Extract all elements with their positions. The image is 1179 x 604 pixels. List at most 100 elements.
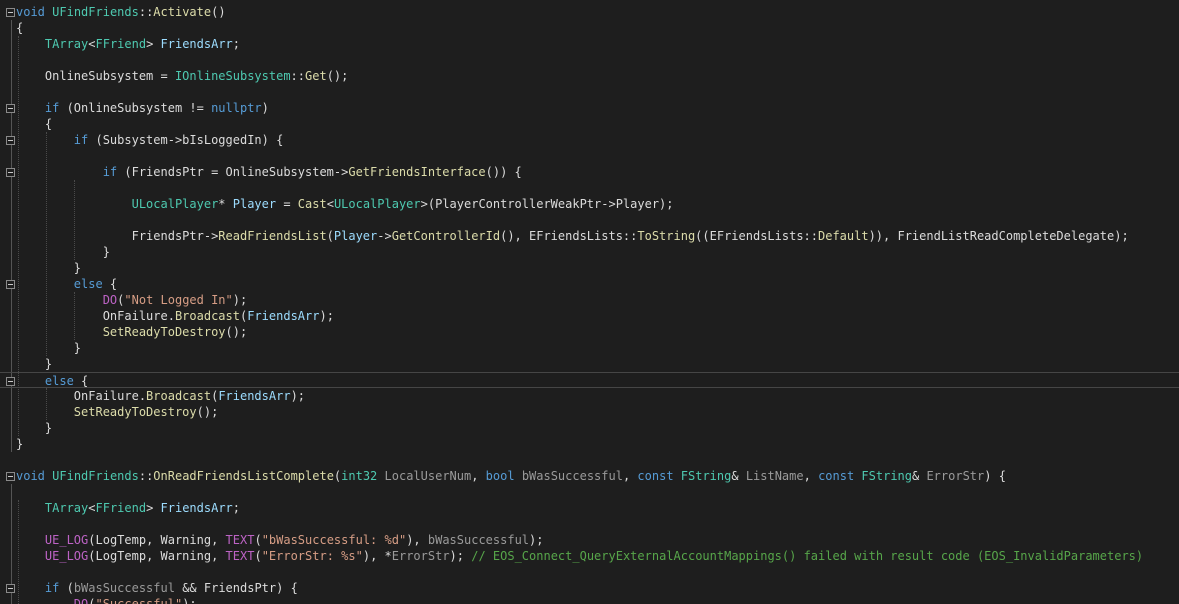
code-line-text: DO("Not Logged In");: [16, 292, 248, 308]
code-token: }: [16, 245, 110, 259]
code-line[interactable]: TArray<FFriend> FriendsArr;: [0, 500, 1179, 516]
code-token: ReadFriendsList: [218, 229, 327, 243]
code-token: FriendsArr: [218, 389, 291, 403]
code-token: bool: [485, 469, 515, 483]
code-token: OnReadFriendsListComplete: [153, 469, 334, 483]
code-line[interactable]: [0, 484, 1179, 500]
code-line-text: {: [16, 20, 23, 36]
code-token: UFindFriends: [52, 469, 139, 483]
code-token: bWasSuccessful: [521, 469, 623, 483]
code-line[interactable]: if (Subsystem->bIsLoggedIn) {: [0, 132, 1179, 148]
code-token: <: [88, 37, 96, 51]
fold-collapse-icon[interactable]: [6, 104, 15, 113]
code-line[interactable]: SetReadyToDestroy();: [0, 324, 1179, 340]
code-token: && FriendsPtr) {: [174, 581, 298, 595]
code-line[interactable]: UE_LOG(LogTemp, Warning, TEXT("bWasSucce…: [0, 532, 1179, 548]
code-line[interactable]: }: [0, 436, 1179, 452]
code-line[interactable]: FriendsPtr->ReadFriendsList(Player->GetC…: [0, 228, 1179, 244]
code-token: UE_LOG: [44, 549, 89, 563]
code-line[interactable]: }: [0, 340, 1179, 356]
code-token: ToString: [637, 229, 696, 243]
code-line[interactable]: if (FriendsPtr = OnlineSubsystem->GetFri…: [0, 164, 1179, 180]
code-line[interactable]: {: [0, 20, 1179, 36]
code-editor[interactable]: void UFindFriends::Activate(){ TArray<FF…: [0, 0, 1179, 604]
code-line[interactable]: [0, 452, 1179, 468]
code-line[interactable]: [0, 148, 1179, 164]
code-token: "Not Logged In": [124, 293, 233, 307]
code-line[interactable]: }: [0, 244, 1179, 260]
code-line[interactable]: [0, 180, 1179, 196]
fold-collapse-icon[interactable]: [6, 584, 15, 593]
fold-collapse-icon[interactable]: [6, 168, 15, 177]
code-line-text: }: [16, 436, 23, 452]
code-line[interactable]: void UFindFriends::Activate(): [0, 4, 1179, 20]
code-token: if: [102, 165, 118, 179]
code-line[interactable]: ULocalPlayer* Player = Cast<ULocalPlayer…: [0, 196, 1179, 212]
code-line[interactable]: [0, 564, 1179, 580]
fold-collapse-icon[interactable]: [6, 136, 15, 145]
code-token: FriendsArr: [160, 37, 233, 51]
code-line[interactable]: [0, 52, 1179, 68]
fold-collapse-icon[interactable]: [6, 280, 15, 289]
indent-guide: [74, 180, 75, 260]
code-line[interactable]: DO("Successful");: [0, 596, 1179, 604]
code-line[interactable]: {: [0, 116, 1179, 132]
code-token: "ErrorStr: %s": [261, 549, 363, 563]
code-token: IOnlineSubsystem: [174, 69, 291, 83]
code-line[interactable]: [0, 516, 1179, 532]
code-line[interactable]: }: [0, 420, 1179, 436]
indent-guide: [18, 36, 19, 436]
code-token: int32: [341, 469, 378, 483]
code-token: FFriend: [95, 501, 147, 515]
code-line[interactable]: [0, 84, 1179, 100]
code-line-text: if (bWasSuccessful && FriendsPtr) {: [16, 580, 298, 596]
indent-guide: [74, 292, 75, 340]
code-line[interactable]: }: [0, 356, 1179, 372]
code-line[interactable]: else {: [0, 372, 1179, 388]
code-token: ,: [471, 469, 486, 483]
code-line[interactable]: void UFindFriends::OnReadFriendsListComp…: [0, 468, 1179, 484]
code-token: (: [59, 581, 74, 595]
code-line[interactable]: if (OnlineSubsystem != nullptr): [0, 100, 1179, 116]
code-line[interactable]: }: [0, 260, 1179, 276]
fold-collapse-icon[interactable]: [6, 472, 15, 481]
code-line[interactable]: DO("Not Logged In");: [0, 292, 1179, 308]
code-token: ,: [803, 469, 819, 483]
code-token: =: [276, 197, 298, 211]
code-line[interactable]: UE_LOG(LogTemp, Warning, TEXT("ErrorStr:…: [0, 548, 1179, 564]
code-line[interactable]: SetReadyToDestroy();: [0, 404, 1179, 420]
code-token: TEXT: [225, 549, 255, 563]
code-line-text: OnFailure.Broadcast(FriendsArr);: [16, 388, 305, 404]
code-token: TArray: [44, 37, 89, 51]
code-token: ,: [622, 469, 638, 483]
code-line[interactable]: if (bWasSuccessful && FriendsPtr) {: [0, 580, 1179, 596]
code-token: FString: [680, 469, 732, 483]
fold-collapse-icon[interactable]: [6, 8, 15, 17]
code-line[interactable]: OnlineSubsystem = IOnlineSubsystem::Get(…: [0, 68, 1179, 84]
code-token: >(PlayerControllerWeakPtr->Player);: [420, 197, 674, 211]
fold-collapse-icon[interactable]: [6, 377, 15, 386]
code-token: ();: [225, 325, 248, 339]
code-line-text: TArray<FFriend> FriendsArr;: [16, 36, 240, 52]
code-token: >: [146, 37, 161, 51]
code-token: }: [16, 437, 24, 451]
code-token: ), *: [362, 549, 392, 563]
code-token: ;: [232, 501, 241, 515]
code-token: Activate: [153, 5, 212, 19]
code-token: SetReadyToDestroy: [102, 325, 226, 339]
code-line[interactable]: else {: [0, 276, 1179, 292]
code-token: (Subsystem->bIsLoggedIn) {: [88, 133, 284, 147]
code-token: }: [16, 341, 82, 355]
code-line[interactable]: [0, 212, 1179, 228]
code-token: );: [449, 549, 472, 563]
code-line[interactable]: OnFailure.Broadcast(FriendsArr);: [0, 308, 1179, 324]
code-token: );: [529, 533, 544, 547]
code-token: nullptr: [211, 101, 262, 115]
code-line[interactable]: OnFailure.Broadcast(FriendsArr);: [0, 388, 1179, 404]
code-line[interactable]: TArray<FFriend> FriendsArr;: [0, 36, 1179, 52]
